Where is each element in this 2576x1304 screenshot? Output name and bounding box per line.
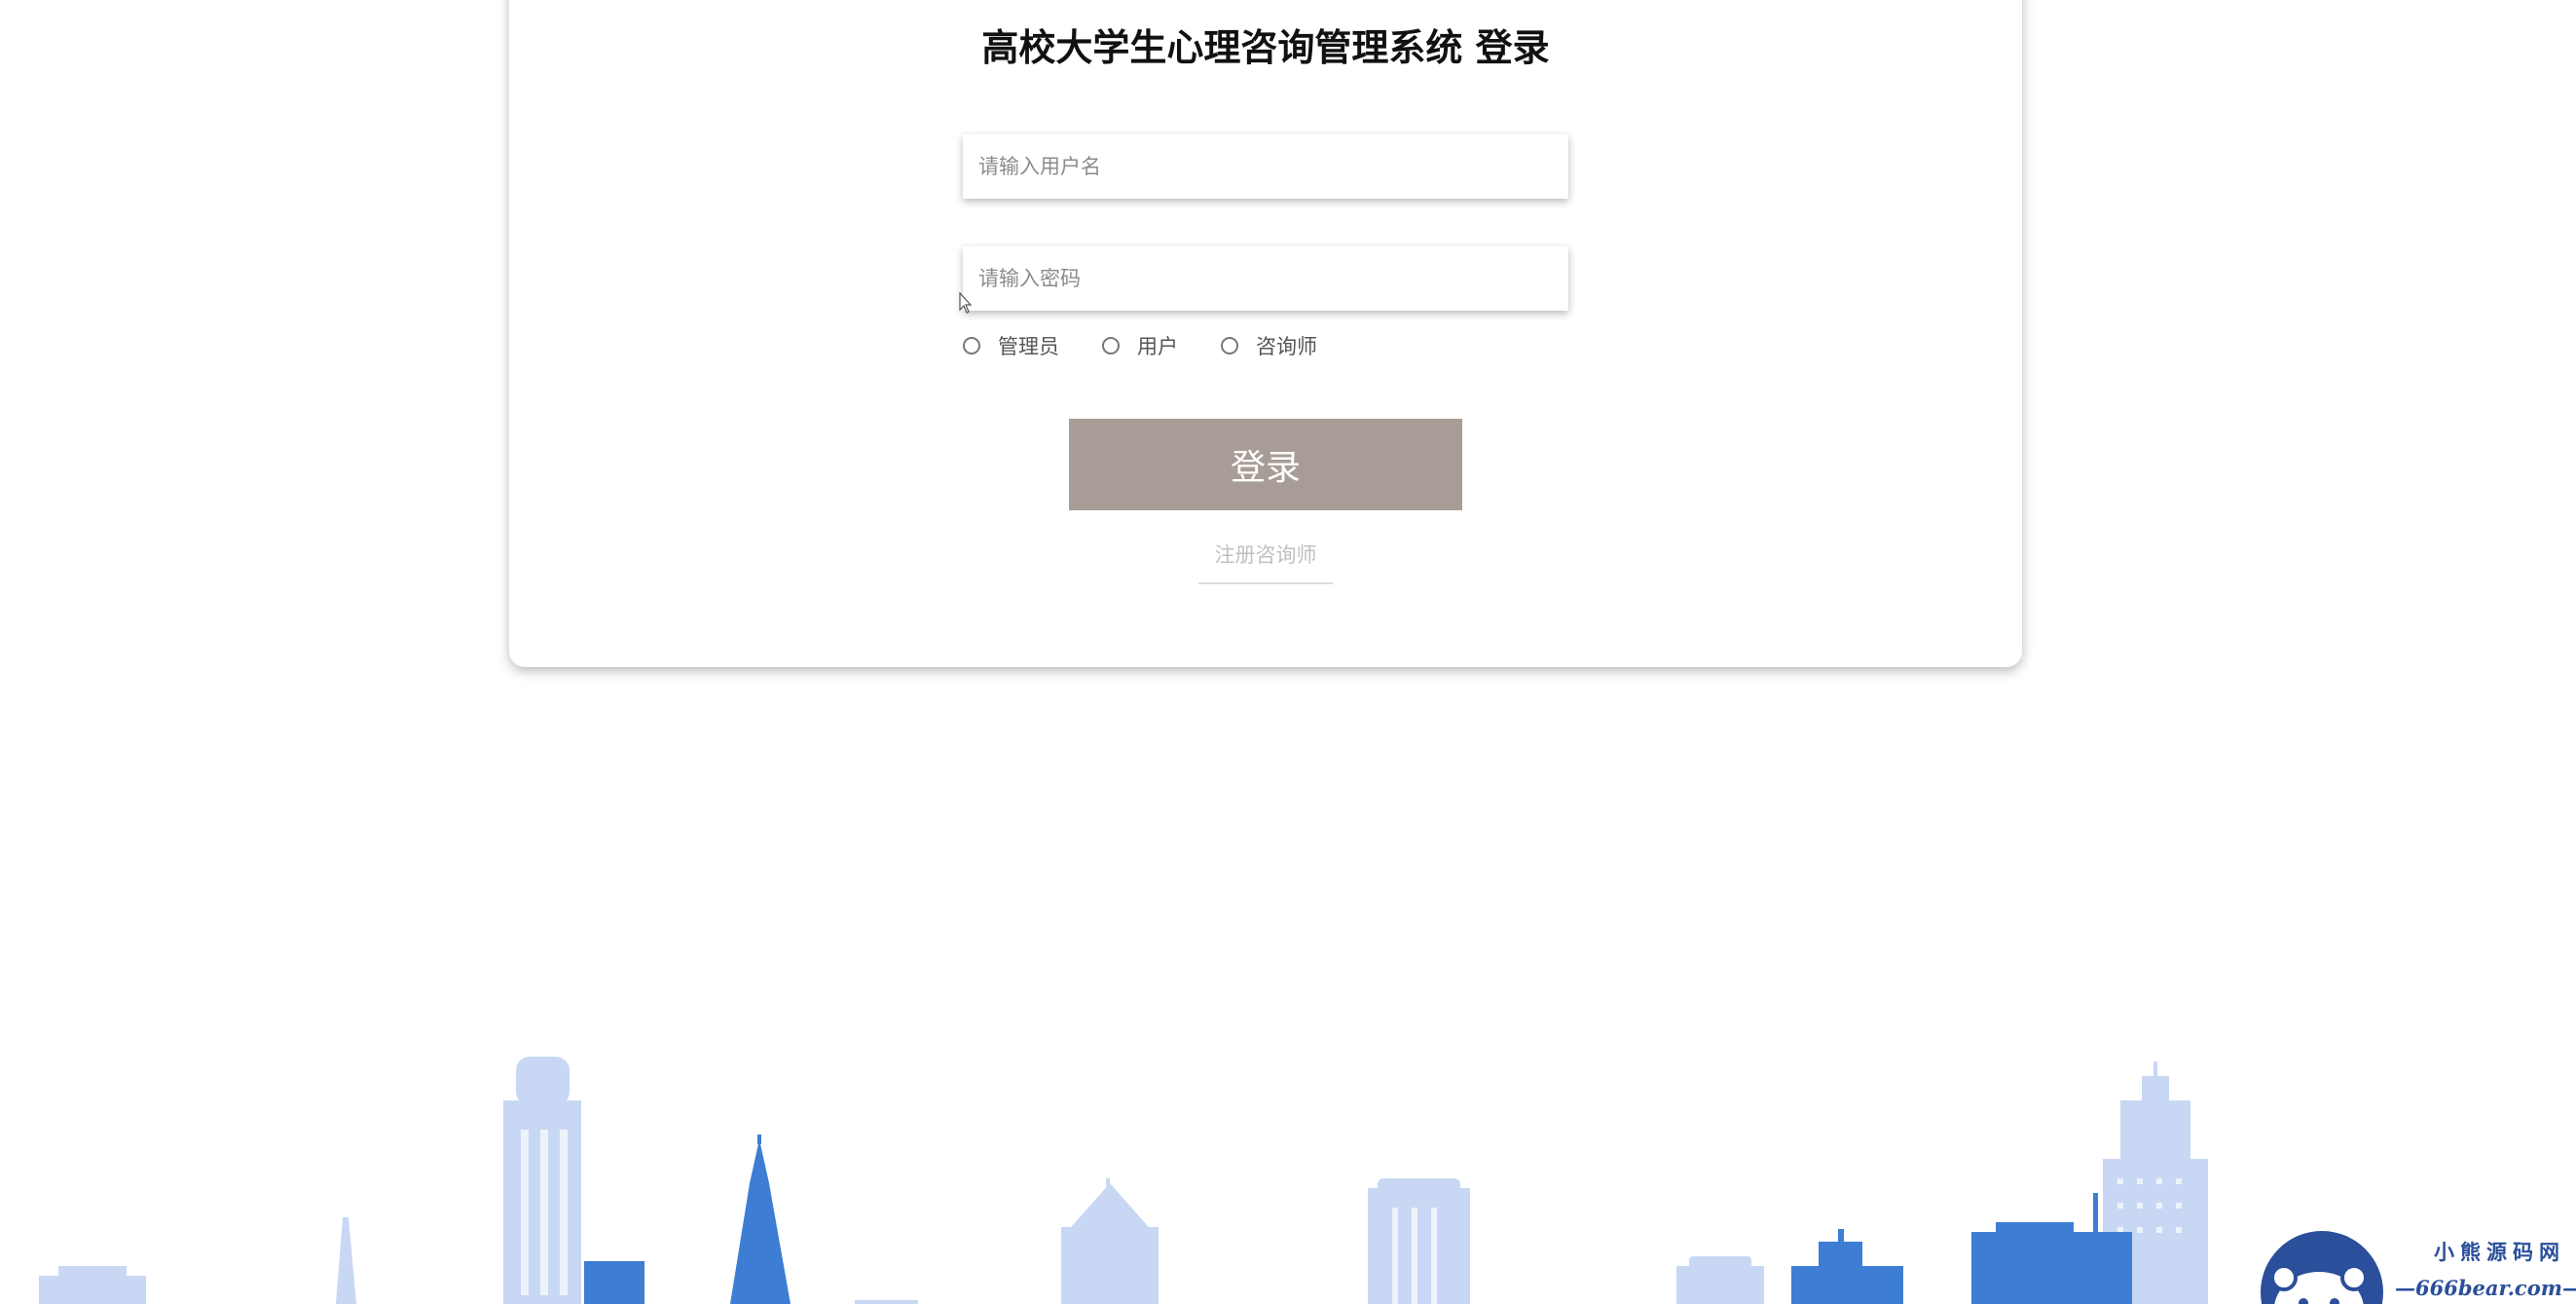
role-label: 咨询师 — [1256, 335, 1317, 358]
watermark-name: 小熊源码网 — [2434, 1240, 2565, 1264]
watermark-text: 小熊源码网 —666bear.com— — [2395, 1237, 2576, 1300]
login-card: 高校大学生心理咨询管理系统 登录 管理员 用户 咨询师 登录 注册咨询师 — [509, 0, 2022, 667]
password-input[interactable] — [963, 246, 1568, 311]
role-option-counselor[interactable]: 咨询师 — [1221, 331, 1317, 360]
bear-logo-icon — [2261, 1231, 2383, 1304]
role-option-admin[interactable]: 管理员 — [963, 331, 1059, 360]
city-skyline-illustration — [39, 1057, 2208, 1304]
radio-button[interactable] — [1102, 337, 1120, 354]
page-title: 高校大学生心理咨询管理系统 登录 — [981, 26, 1550, 69]
radio-button[interactable] — [963, 337, 980, 354]
role-label: 管理员 — [998, 335, 1059, 358]
register-counselor-link[interactable]: 注册咨询师 — [1198, 540, 1333, 584]
role-radio-group: 管理员 用户 咨询师 — [963, 331, 1360, 360]
role-label: 用户 — [1137, 335, 1178, 358]
watermark-url: —666bear.com— — [2395, 1276, 2576, 1300]
mouse-cursor-icon — [959, 292, 973, 314]
username-input[interactable] — [963, 134, 1568, 199]
login-page: 高校大学生心理咨询管理系统 登录 管理员 用户 咨询师 登录 注册咨询师 — [0, 0, 2576, 1304]
role-option-user[interactable]: 用户 — [1102, 331, 1178, 360]
radio-button[interactable] — [1221, 337, 1238, 354]
login-button[interactable]: 登录 — [1069, 419, 1462, 510]
